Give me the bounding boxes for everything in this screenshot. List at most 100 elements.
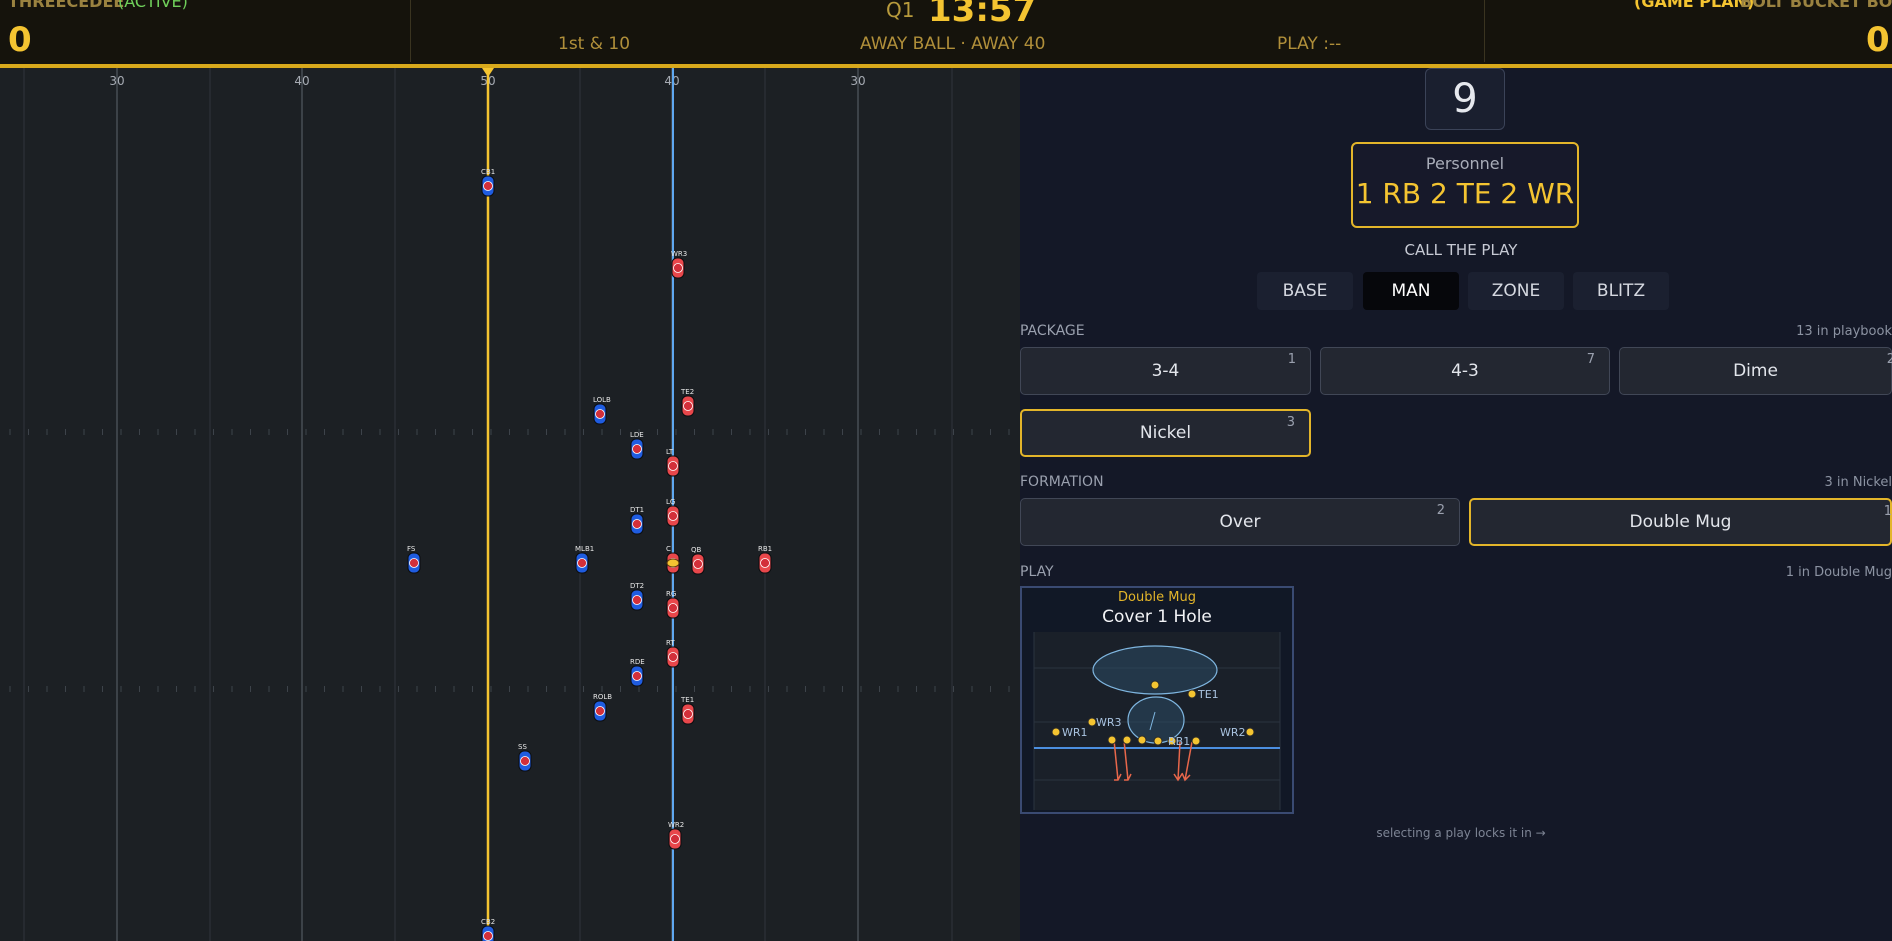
offense-player-helmet [668,603,678,613]
call-the-play-heading: CALL THE PLAY [1404,241,1518,259]
defense-player-helmet [595,409,605,419]
option-count: 2 [1436,503,1445,518]
tab-blitz[interactable]: BLITZ [1573,272,1669,310]
defense-player-helmet [520,756,530,766]
personnel-label: Personnel [1425,154,1505,173]
down-distance: 1st & 10 [558,34,631,54]
diagram-label-wr2: WR2 [1220,726,1246,739]
defense-player-label: DT2 [630,582,644,590]
package-heading: PACKAGE [1020,323,1085,339]
football-icon [666,558,680,568]
diagram-player [1122,735,1132,745]
package-4-3[interactable]: 4-3 7 [1320,347,1610,395]
defense-player-label: LDE [630,431,644,439]
package-count: 13 in playbook [1796,324,1892,339]
diagram-player [1137,735,1147,745]
offense-player-label: WR3 [671,250,687,258]
diagram-player-te1 [1187,689,1197,699]
offense-player-helmet [760,558,770,568]
defense-player-helmet [577,558,587,568]
offense-player-helmet [670,834,680,844]
tab-label: MAN [1391,281,1431,301]
field-drawing: 3040504030WR3TE2LTLGCQBRB1RGRTTE1WR2CB1L… [9,68,1010,941]
scoreboard: THREECEDEE (ACTIVE) 0 Q1 13:57 1st & 10 … [0,0,1892,68]
play-card-cover-1-hole[interactable]: Double Mug Cover 1 Hole TE1 WR3 WR1 WR2 … [1020,586,1294,814]
diagram-label-wr3: WR3 [1096,716,1122,729]
option-label: Double Mug [1629,512,1732,532]
defense-player-label: ROLB [593,693,612,701]
package-dime[interactable]: Dime 2 [1619,347,1892,395]
package-3-4[interactable]: 3-4 1 [1020,347,1311,395]
offense-player-label: RB1 [758,545,772,553]
home-team-status: (ACTIVE) [118,0,188,11]
diagram-player [1107,735,1117,745]
home-score: 0 [8,20,32,60]
defense-player-helmet [632,519,642,529]
offense-player-label: TE1 [680,696,694,704]
diagram-player-wr2 [1245,727,1255,737]
tab-label: ZONE [1491,281,1541,301]
scoreboard-divider [1484,0,1485,62]
offense-player-helmet [683,709,693,719]
option-count: 1 [1883,504,1892,519]
diagram-player [1153,736,1163,746]
defense-player-helmet [409,558,419,568]
ball-info: AWAY BALL · AWAY 40 [860,34,1046,54]
play-call-panel: 9 Personnel 1 RB 2 TE 2 WR CALL THE PLAY… [1020,68,1892,941]
scoreboard-divider [410,0,411,62]
play-count: 1 in Double Mug [1785,565,1892,580]
diagram-player [1191,736,1201,746]
defense-player-helmet [595,706,605,716]
yard-number-label: 30 [850,74,865,88]
defense-player-helmet [483,931,493,941]
option-count: 7 [1586,352,1595,367]
away-team-name: BOLT BUCKET BOZOS [1740,0,1892,11]
defense-player-label: MLB1 [575,545,594,553]
offense-player-label: QB [691,546,702,554]
defense-player-helmet [483,181,493,191]
defense-player-label: RDE [630,658,645,666]
defense-player-label: LOLB [593,396,611,404]
offense-player-helmet [693,559,703,569]
play-card-name: Cover 1 Hole [1102,607,1212,627]
offense-player-label: WR2 [668,821,684,829]
tab-label: BLITZ [1596,281,1646,301]
package-nickel[interactable]: Nickel 3 [1020,409,1311,457]
option-label: 4-3 [1451,361,1479,381]
play-lock-hint: selecting a play locks it in → [1376,826,1546,840]
away-team-status: (GAME PLAN) [1634,0,1755,11]
diagram-player-wr1 [1051,727,1061,737]
offense-player-label: C [666,545,671,553]
offense-player-label: RG [666,590,676,598]
diagram-player-fs [1150,680,1160,690]
offense-player-helmet [668,652,678,662]
diagram-label-te1: TE1 [1197,688,1219,701]
football-field[interactable]: 3040504030WR3TE2LTLGCQBRB1RGRTTE1WR2CB1L… [0,68,1020,941]
formation-over[interactable]: Over 2 [1020,498,1460,546]
offense-player-helmet [668,511,678,521]
offense-player-label: LG [666,498,675,506]
offense-player-label: TE2 [680,388,694,396]
option-count: 1 [1287,352,1296,367]
tab-man[interactable]: MAN [1363,272,1459,310]
defense-player-label: CB1 [481,168,495,176]
tab-zone[interactable]: ZONE [1468,272,1564,310]
formation-count: 3 in Nickel [1824,475,1892,490]
formation-double-mug[interactable]: Double Mug 1 [1469,498,1892,546]
yard-number-label: 40 [294,74,309,88]
play-heading: PLAY [1020,564,1054,580]
option-count: 2 [1886,352,1892,367]
away-score: 0 [1866,20,1890,60]
tab-base[interactable]: BASE [1257,272,1353,310]
option-label: Nickel [1139,423,1192,443]
defense-player-helmet [632,444,642,454]
defense-player-helmet [632,595,642,605]
game-clock: 13:57 [928,0,1037,30]
defense-player-helmet [632,671,642,681]
option-label: Dime [1733,361,1778,381]
down-number-box: 9 [1425,68,1505,130]
quarter: Q1 [886,0,915,22]
offense-player-helmet [668,461,678,471]
option-label: Over [1219,512,1261,532]
home-team-name: THREECEDEE [8,0,125,11]
